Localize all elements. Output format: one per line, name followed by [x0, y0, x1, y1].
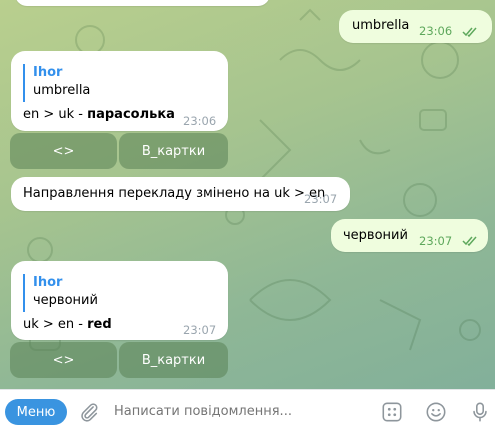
menu-button[interactable]: Меню [5, 399, 67, 425]
message-text: червоний [343, 228, 408, 243]
translation-line: uk > en - red [23, 317, 112, 332]
message-bubble-fragment [15, 0, 270, 6]
swap-direction-button[interactable]: <> [10, 342, 117, 378]
message-text: Направлення перекладу змінено на uk > en [23, 186, 326, 201]
message-time: 23:07 [304, 192, 338, 206]
reply-text: червоний [33, 293, 98, 308]
message-time: 23:06 [419, 24, 453, 38]
translation-result: red [87, 317, 112, 332]
double-check-icon [462, 236, 477, 246]
swap-direction-button[interactable]: <> [10, 133, 117, 169]
message-bubble-incoming[interactable]: Ihor червоний uk > en - red 23:07 [11, 261, 228, 340]
message-time: 23:07 [183, 323, 217, 337]
reply-text: umbrella [33, 83, 91, 98]
message-input[interactable] [114, 400, 364, 422]
message-bubble-incoming[interactable]: Направлення перекладу змінено на uk > en… [11, 177, 350, 211]
double-check-icon [462, 27, 477, 37]
to-cards-button[interactable]: В_картки [119, 133, 228, 169]
translation-direction: uk > en - [23, 317, 88, 332]
reply-quote[interactable]: Ihor червоний [23, 274, 98, 312]
composer-bar: Меню [0, 389, 495, 431]
translation-direction: en > uk - [23, 107, 88, 122]
message-text: umbrella [352, 18, 410, 33]
reply-author: Ihor [33, 275, 63, 290]
reply-quote[interactable]: Ihor umbrella [23, 64, 90, 102]
message-time: 23:07 [419, 234, 453, 248]
emoji-icon[interactable] [425, 401, 447, 423]
translation-result: парасолька [87, 107, 175, 122]
message-bubble-outgoing[interactable]: червоний 23:07 [331, 219, 488, 252]
to-cards-button[interactable]: В_картки [119, 342, 228, 378]
paperclip-icon[interactable] [78, 401, 100, 423]
message-bubble-outgoing[interactable]: umbrella 23:06 [339, 10, 492, 43]
chat-area: umbrella 23:06 Ihor umbrella en > uk - п… [0, 0, 495, 389]
message-bubble-incoming[interactable]: Ihor umbrella en > uk - парасолька 23:06 [11, 51, 228, 131]
message-time: 23:06 [183, 114, 217, 128]
translation-line: en > uk - парасолька [23, 107, 175, 122]
reply-author: Ihor [33, 65, 63, 80]
microphone-icon[interactable] [469, 401, 491, 423]
keypad-icon[interactable] [381, 401, 403, 423]
